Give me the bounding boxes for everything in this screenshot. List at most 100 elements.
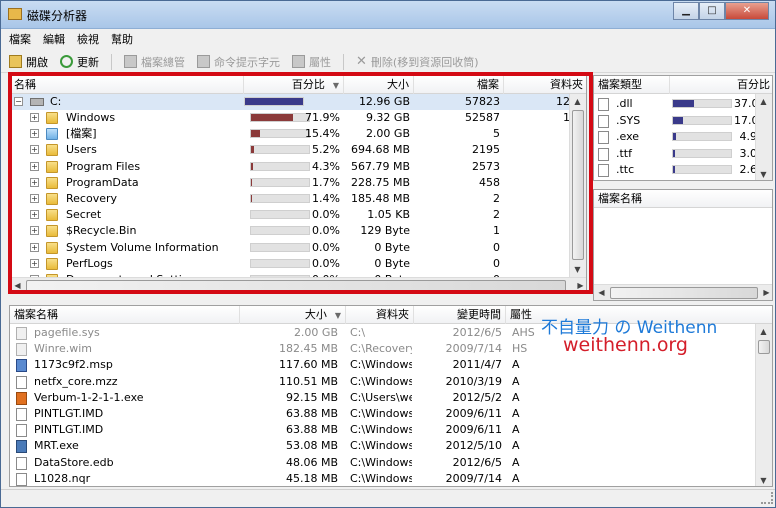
file-type-percent: 3.0 bbox=[739, 146, 758, 160]
file-modified: 2012/6/5 bbox=[452, 455, 502, 469]
scroll-left-icon[interactable]: ◀ bbox=[594, 285, 609, 300]
properties-button[interactable]: 屬性 bbox=[292, 54, 331, 70]
maximize-button[interactable]: □ bbox=[699, 2, 725, 20]
file-size: 117.60 MB bbox=[278, 358, 338, 372]
scroll-right-icon[interactable]: ▶ bbox=[573, 278, 586, 292]
resize-grip-icon[interactable] bbox=[761, 492, 773, 504]
tree-item-name: [檔案] bbox=[66, 127, 97, 141]
file-type-row[interactable]: .dll 37.0 bbox=[594, 96, 757, 112]
hscroll-thumb[interactable] bbox=[26, 280, 566, 292]
expand-icon[interactable]: + bbox=[30, 242, 39, 252]
file-name: DataStore.edb bbox=[34, 455, 114, 469]
col-filename[interactable]: 檔案名稱 bbox=[10, 306, 240, 324]
file-type-row[interactable]: .ttf 3.0 bbox=[594, 146, 757, 162]
expand-icon[interactable]: + bbox=[30, 226, 39, 236]
scroll-thumb[interactable] bbox=[572, 110, 584, 260]
hscroll-thumb[interactable] bbox=[610, 287, 758, 299]
tree-item-percent: 5.2% bbox=[312, 143, 340, 157]
scroll-down-icon[interactable]: ▼ bbox=[570, 262, 585, 277]
file-row[interactable]: PINTLGT.IMD 63.88 MB C:\Windows\w 2009/6/11… bbox=[10, 406, 756, 422]
scroll-up-icon[interactable]: ▲ bbox=[756, 324, 771, 339]
file-row[interactable]: DataStore.edb 48.06 MB C:\Windows\S 2012/6/… bbox=[10, 455, 756, 471]
tree-item-name: System Volume Information bbox=[66, 240, 219, 254]
file-type-percent: 17.0 bbox=[734, 113, 757, 127]
expand-icon[interactable]: + bbox=[30, 161, 39, 171]
expand-icon[interactable]: + bbox=[30, 145, 39, 155]
tree-item-name: Windows bbox=[66, 111, 116, 124]
types-vertical-scrollbar[interactable]: ▲ ▼ bbox=[755, 94, 772, 180]
open-button[interactable]: 開啟 bbox=[9, 54, 48, 70]
tree-vertical-scrollbar[interactable]: ▲ ▼ bbox=[569, 94, 586, 277]
file-type-row[interactable]: .ttc 2.6 bbox=[594, 162, 757, 178]
col-folder[interactable]: 資料夾 bbox=[346, 306, 414, 324]
file-name: pagefile.sys bbox=[34, 326, 100, 339]
menu-view[interactable]: 檢視 bbox=[77, 31, 99, 47]
scroll-up-icon[interactable]: ▲ bbox=[570, 94, 585, 109]
expand-icon[interactable]: + bbox=[30, 258, 39, 268]
scroll-thumb[interactable] bbox=[758, 340, 770, 354]
file-row[interactable]: MRT.exe 53.08 MB C:\Windows\S 2012/5/10 A bbox=[10, 438, 756, 454]
tree-row[interactable]: + Windows 71.9% 9.32 GB 52587 1 bbox=[10, 110, 572, 126]
menu-file[interactable]: 檔案 bbox=[9, 31, 31, 47]
col-file-type[interactable]: 檔案類型 bbox=[594, 76, 670, 94]
tree-row[interactable]: + PerfLogs 0.0% 0 Byte 0 bbox=[10, 256, 572, 272]
col-percent[interactable]: 百分比 ▼ bbox=[244, 76, 344, 94]
file-row[interactable]: L1028.nqr 45.18 MB C:\Windows\S 2009/7/14 A bbox=[10, 471, 756, 486]
scroll-down-icon[interactable]: ▼ bbox=[756, 473, 771, 486]
tree-row[interactable]: + Program Files 4.3% 567.79 MB 2573 bbox=[10, 159, 572, 175]
file-folder: C:\Users\weit bbox=[350, 390, 412, 404]
tree-horizontal-scrollbar[interactable]: ◀ ▶ bbox=[10, 277, 586, 292]
expand-icon[interactable]: + bbox=[30, 113, 39, 122]
col-file-name[interactable]: 檔案名稱 bbox=[594, 190, 772, 208]
col-files[interactable]: 檔案 bbox=[414, 76, 504, 94]
root-percent-bar bbox=[244, 97, 304, 106]
file-icon bbox=[16, 343, 27, 357]
tree-root-row[interactable]: − C: 12.96 GB 57823 12 bbox=[10, 94, 572, 110]
file-type-row[interactable]: .exe 4.9 bbox=[594, 129, 757, 145]
expand-icon[interactable]: + bbox=[30, 177, 39, 187]
file-type-row[interactable]: .SYS 17.0 bbox=[594, 113, 757, 129]
collapse-icon[interactable]: − bbox=[14, 97, 23, 106]
col-name[interactable]: 名稱 bbox=[10, 76, 244, 94]
expand-icon[interactable]: + bbox=[30, 194, 39, 203]
file-row[interactable]: PINTLGT.IMD 63.88 MB C:\Windows\I 2009/6/11… bbox=[10, 422, 756, 438]
tree-row[interactable]: + [檔案] 15.4% 2.00 GB 5 bbox=[10, 126, 572, 142]
explorer-button[interactable]: 檔案總管 bbox=[124, 54, 185, 70]
tree-row[interactable]: + Recovery 1.4% 185.48 MB 2 bbox=[10, 191, 572, 207]
scroll-down-icon[interactable]: ▼ bbox=[756, 167, 771, 180]
title-bar[interactable]: 磁碟分析器 ▁ □ ✕ bbox=[1, 1, 775, 29]
names-horizontal-scrollbar[interactable]: ◀ ▶ bbox=[594, 284, 772, 300]
col-modified[interactable]: 變更時間 bbox=[414, 306, 506, 324]
tree-row[interactable]: + Secret 0.0% 1.05 KB 2 bbox=[10, 207, 572, 223]
tree-row[interactable]: + Users 5.2% 694.68 MB 2195 bbox=[10, 142, 572, 158]
command-prompt-button[interactable]: 命令提示字元 bbox=[197, 54, 280, 70]
file-row[interactable]: 1173c9f2.msp 117.60 MB C:\Windows\I 2011/4/… bbox=[10, 357, 756, 373]
tree-row[interactable]: + $Recycle.Bin 0.0% 129 Byte 1 bbox=[10, 223, 572, 239]
menu-edit[interactable]: 編輯 bbox=[43, 31, 65, 47]
file-type-percent: 37.0 bbox=[734, 97, 757, 110]
refresh-button[interactable]: 更新 bbox=[60, 54, 99, 70]
tree-row[interactable]: + ProgramData 1.7% 228.75 MB 458 bbox=[10, 175, 572, 191]
col-filesize[interactable]: 大小 ▼ bbox=[240, 306, 346, 324]
menu-help[interactable]: 幫助 bbox=[111, 31, 133, 47]
close-button[interactable]: ✕ bbox=[725, 2, 769, 20]
minimize-button[interactable]: ▁ bbox=[673, 2, 699, 20]
files-vertical-scrollbar[interactable]: ▲ ▼ bbox=[755, 324, 772, 486]
types-header: 檔案類型 百分比 bbox=[594, 76, 772, 94]
tree-row[interactable]: + System Volume Information 0.0% 0 Byte 0 bbox=[10, 240, 572, 256]
expand-icon[interactable]: + bbox=[30, 129, 39, 139]
tree-item-folders bbox=[504, 240, 570, 256]
col-folders[interactable]: 資料夾 bbox=[504, 76, 586, 94]
folder-icon bbox=[46, 225, 58, 238]
col-size[interactable]: 大小 bbox=[344, 76, 414, 94]
file-row[interactable]: netfx_core.mzz 110.51 MB C:\Windows\M 2010/… bbox=[10, 374, 756, 390]
scroll-up-icon[interactable]: ▲ bbox=[756, 94, 771, 109]
scroll-right-icon[interactable]: ▶ bbox=[759, 285, 772, 300]
sort-down-icon: ▼ bbox=[334, 311, 341, 320]
delete-button[interactable]: ✕ 刪除(移到資源回收筒) bbox=[356, 54, 479, 70]
expand-icon[interactable]: + bbox=[30, 210, 39, 220]
tree-item-size: 0 Byte bbox=[374, 240, 410, 254]
file-row[interactable]: Verbum-1-2-1-1.exe 92.15 MB C:\Users\weit 2… bbox=[10, 390, 756, 406]
scroll-left-icon[interactable]: ◀ bbox=[10, 278, 25, 292]
col-type-percent[interactable]: 百分比 bbox=[670, 76, 772, 94]
